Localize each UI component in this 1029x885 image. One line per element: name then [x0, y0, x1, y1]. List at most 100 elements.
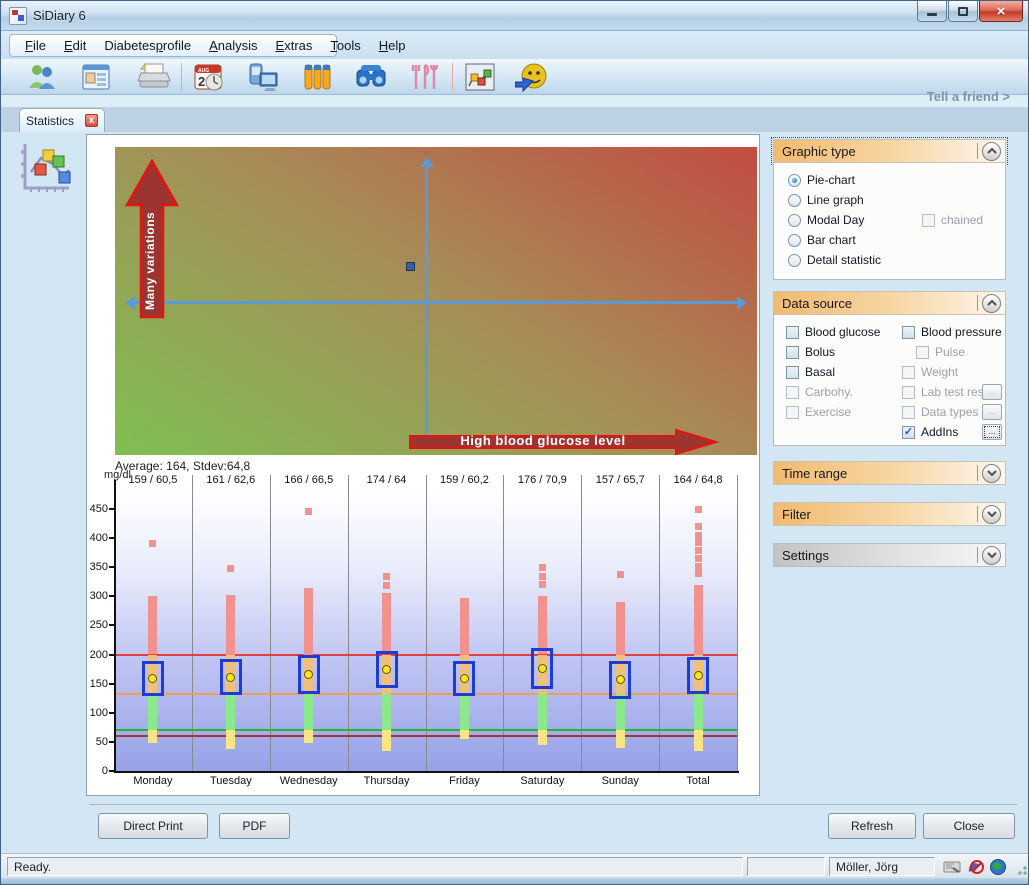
- collapse-button[interactable]: [982, 294, 1001, 313]
- y-tick-label: 0: [82, 765, 108, 777]
- info-strip: [1, 95, 1029, 107]
- radio-label: Modal Day: [807, 213, 864, 227]
- checkbox-indicator: [902, 326, 915, 339]
- graphic-type-header[interactable]: Graphic type: [773, 139, 1006, 163]
- maximize-button[interactable]: [948, 1, 978, 22]
- sync-disabled-icon[interactable]: [966, 859, 984, 875]
- outlier-dot: [695, 506, 702, 513]
- globe-icon[interactable]: [989, 859, 1007, 875]
- y-tick-label: 450: [82, 503, 108, 515]
- statistics-view-icon[interactable]: [17, 140, 75, 194]
- lab-values-icon[interactable]: [298, 60, 336, 94]
- toolbar-separator: [181, 63, 182, 91]
- pdf-button[interactable]: PDF: [219, 813, 290, 839]
- mean-marker-saturday: [538, 664, 547, 673]
- more-button-lab-test-res[interactable]: ...: [982, 384, 1002, 400]
- profile-card-icon[interactable]: [77, 60, 115, 94]
- radio-modal-day[interactable]: Modal Day: [788, 211, 864, 229]
- tab-statistics[interactable]: Statistics x: [19, 108, 105, 132]
- checkbox-label: Bolus: [805, 345, 835, 359]
- y-tick-label: 300: [82, 590, 108, 602]
- close-tab-button[interactable]: Close: [923, 813, 1015, 839]
- menu-extras[interactable]: Extras: [267, 36, 322, 55]
- more-button-data-types[interactable]: ...: [982, 404, 1002, 420]
- data-strip: [460, 598, 469, 655]
- calendar-icon[interactable]: AUG2: [190, 60, 228, 94]
- quadrant-x-axis-label: High blood glucose level: [423, 433, 663, 448]
- header-divider: [977, 547, 978, 563]
- nutrition-icon[interactable]: [406, 60, 444, 94]
- direct-print-button[interactable]: Direct Print: [98, 813, 208, 839]
- menu-analysis[interactable]: Analysis: [200, 36, 266, 55]
- close-button[interactable]: ×: [979, 1, 1023, 22]
- feedback-smiley-icon[interactable]: [513, 60, 551, 94]
- radio-indicator: [788, 234, 801, 247]
- device-import-icon[interactable]: [244, 60, 282, 94]
- data-strip: [304, 588, 313, 655]
- title-bar: SiDiary 6 ×: [1, 1, 1029, 31]
- data-strip: [460, 730, 469, 739]
- outlier-dot: [383, 573, 390, 580]
- column-separator: [426, 475, 427, 771]
- status-user: Möller, Jörg: [829, 857, 935, 876]
- radio-label: Detail statistic: [807, 253, 881, 267]
- time-range-header[interactable]: Time range: [773, 461, 1006, 485]
- quadrant-data-point: [406, 262, 415, 271]
- print-icon[interactable]: [135, 60, 173, 94]
- collapse-button[interactable]: [982, 142, 1001, 161]
- column-separator: [659, 475, 660, 771]
- graphic-type-content: Pie-chart Line graph Modal Day Bar chart Det…: [773, 163, 1006, 280]
- expand-button[interactable]: [982, 464, 1001, 483]
- filter-title: Filter: [774, 507, 977, 522]
- column-header-tuesday: 161 / 62,6: [192, 474, 270, 486]
- filter-header[interactable]: Filter: [773, 502, 1006, 526]
- radio-detail-statistic[interactable]: Detail statistic: [788, 251, 881, 269]
- menu-diabetesprofile[interactable]: Diabetesprofile: [95, 36, 200, 55]
- radio-pie-chart[interactable]: Pie-chart: [788, 171, 855, 189]
- data-strip: [616, 694, 625, 730]
- checkbox-blood-pressure[interactable]: Blood pressure: [902, 323, 1002, 341]
- menu-help[interactable]: Help: [370, 36, 415, 55]
- y-tick-label: 150: [82, 678, 108, 690]
- data-strip: [382, 694, 391, 730]
- more-button-addins[interactable]: ...: [982, 424, 1002, 440]
- patients-icon[interactable]: [23, 60, 61, 94]
- refresh-button[interactable]: Refresh: [828, 813, 916, 839]
- quadrant-y-axis-label: Many variations: [143, 205, 161, 317]
- column-separator: [348, 475, 349, 771]
- checkbox-weight: Weight: [902, 363, 1002, 381]
- checkbox-label: Pulse: [935, 345, 965, 359]
- checkbox-bolus[interactable]: Bolus: [786, 343, 896, 361]
- resize-grip[interactable]: [1015, 863, 1027, 875]
- radio-bar-chart[interactable]: Bar chart: [788, 231, 856, 249]
- settings-header[interactable]: Settings: [773, 543, 1006, 567]
- chevron-down-icon: [987, 511, 997, 517]
- minimize-button[interactable]: [917, 1, 947, 22]
- data-strip: [148, 730, 157, 743]
- connection-icon[interactable]: [943, 859, 961, 875]
- checkbox-indicator: [786, 386, 799, 399]
- column-header-total: 164 / 64,8: [659, 474, 737, 486]
- data-strip: [694, 585, 703, 655]
- y-tick-label: 400: [82, 532, 108, 544]
- outlier-dot: [695, 563, 702, 570]
- outlier-dot: [305, 508, 312, 515]
- tab-close-icon[interactable]: x: [85, 114, 98, 127]
- y-tick-label: 50: [82, 736, 108, 748]
- expand-button[interactable]: [982, 546, 1001, 565]
- checkbox-basal[interactable]: Basal: [786, 363, 896, 381]
- statistics-icon[interactable]: [461, 60, 499, 94]
- checkbox-indicator: [902, 366, 915, 379]
- checkbox-addins[interactable]: ✓AddIns...: [902, 423, 1002, 441]
- checkbox-indicator: [922, 214, 935, 227]
- checkbox-blood-glucose[interactable]: Blood glucose: [786, 323, 896, 341]
- radio-line-graph[interactable]: Line graph: [788, 191, 864, 209]
- menu-file[interactable]: File: [16, 36, 55, 55]
- search-icon[interactable]: [352, 60, 390, 94]
- expand-button[interactable]: [982, 505, 1001, 524]
- data-strip: [382, 593, 391, 654]
- menu-tools[interactable]: Tools: [321, 36, 369, 55]
- tell-a-friend-link[interactable]: Tell a friend >: [927, 89, 1010, 104]
- menu-edit[interactable]: Edit: [55, 36, 95, 55]
- data-source-header[interactable]: Data source: [773, 291, 1006, 315]
